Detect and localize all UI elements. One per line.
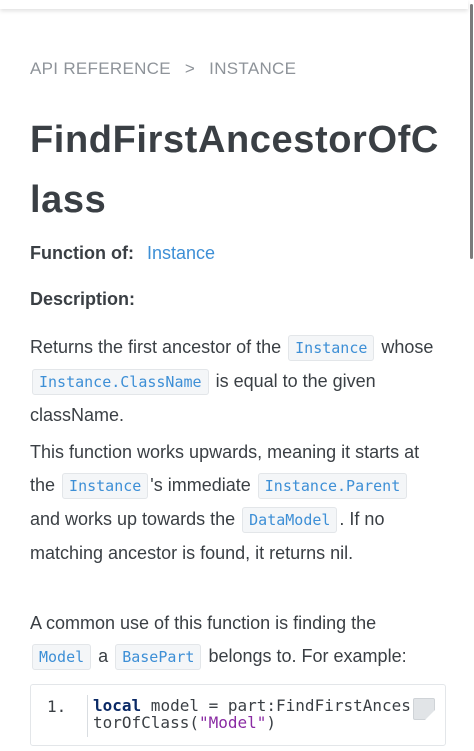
line-number: 1. xyxy=(47,697,67,716)
model-link[interactable]: Model xyxy=(32,644,92,670)
datamodel-link[interactable]: DataModel xyxy=(242,507,338,533)
breadcrumb-api-reference[interactable]: API REFERENCE xyxy=(30,59,171,78)
code-line: local model = part:FindFirstAncestorOfCl… xyxy=(93,697,411,731)
function-of-link[interactable]: Instance xyxy=(147,243,215,263)
para1-text-1: Returns the first ancestor of the xyxy=(30,337,282,357)
page-title: FindFirstAncestorOfClass xyxy=(30,119,439,221)
breadcrumb: API REFERENCE > INSTANCE xyxy=(30,59,296,79)
description-paragraph-3: A common use of this function is finding… xyxy=(30,607,444,674)
para3-text-1: A common use of this function is finding… xyxy=(30,613,377,633)
top-bar xyxy=(0,0,468,9)
description-paragraph-1: Returns the first ancestor of the Instan… xyxy=(30,331,444,432)
function-of: Function of: Instance xyxy=(30,243,215,264)
para2-text-2: 's immediate xyxy=(150,475,251,495)
instance-link[interactable]: Instance xyxy=(288,335,375,361)
code-text-end: ) xyxy=(266,713,277,732)
scrollbar[interactable] xyxy=(470,4,473,259)
breadcrumb-instance[interactable]: INSTANCE xyxy=(209,59,296,78)
code-example: 1. local model = part:FindFirstAncestorO… xyxy=(30,684,446,746)
para3-text-2: a xyxy=(98,646,109,666)
copy-icon[interactable] xyxy=(413,698,435,720)
description-paragraph-2: This function works upwards, meaning it … xyxy=(30,436,444,570)
instance-classname-link[interactable]: Instance.ClassName xyxy=(32,369,209,395)
description-label: Description: xyxy=(30,289,136,309)
para2-text-3: and works up towards the xyxy=(30,509,236,529)
function-of-label: Function of: xyxy=(30,243,134,263)
basepart-link[interactable]: BasePart xyxy=(115,644,202,670)
instance-parent-link[interactable]: Instance.Parent xyxy=(257,473,408,499)
instance-link[interactable]: Instance xyxy=(62,473,149,499)
para3-text-3: belongs to. For example: xyxy=(208,646,407,666)
code-gutter-divider xyxy=(87,695,88,737)
breadcrumb-separator: > xyxy=(184,59,196,78)
code-string: "Model" xyxy=(198,713,267,732)
para1-text-2: whose xyxy=(381,337,434,357)
